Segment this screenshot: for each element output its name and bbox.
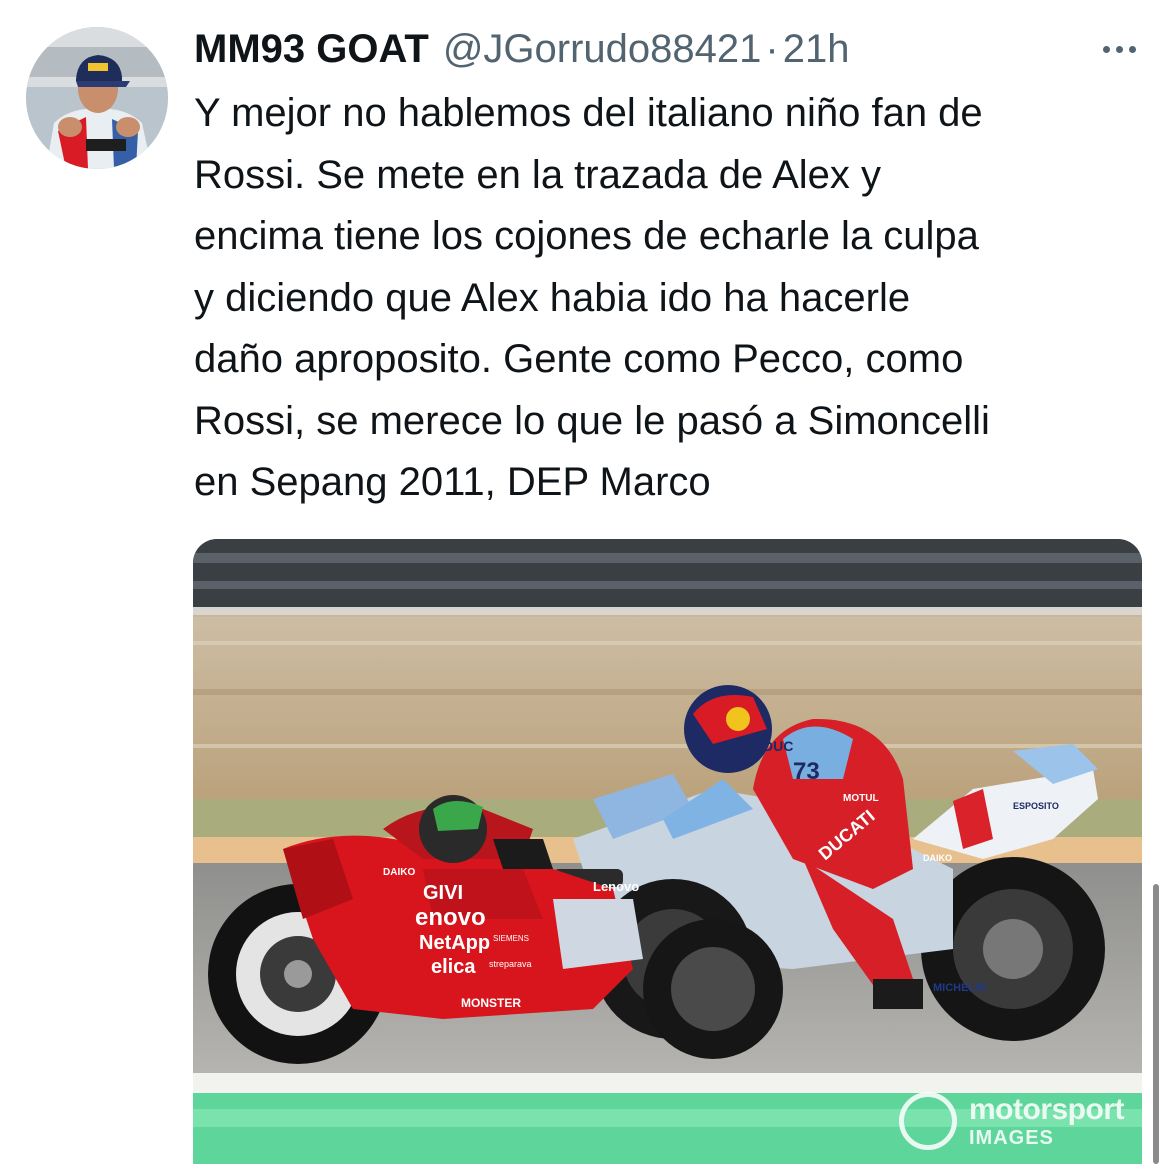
sponsor-netapp: NetApp [419,932,490,954]
rider-duc-text: DUC [763,738,793,754]
more-dots-icon[interactable] [1095,34,1143,64]
avatar[interactable] [26,27,168,169]
scrollbar[interactable] [1153,884,1159,1164]
tweet-header: MM93 GOAT @JGorrudo88421 · 21h [194,24,849,74]
tweet-text-line: Y mejor no hablemos del italiano niño fa… [194,91,983,135]
sponsor-lenovo: Lenovo [593,879,639,894]
tweet-media-photo[interactable]: GIVI enovo NetApp elica MONSTER DAIKO SI… [193,539,1142,1164]
sponsor-givi: GIVI [423,882,463,904]
rider-motul-text: MOTUL [843,793,879,804]
sponsor-streparava: streparava [489,959,532,969]
tweet-text-line: Rossi. Se mete en la trazada de Alex y [194,152,882,197]
tweet-text-line: Rossi, se merece lo que le pasó a Simonc… [194,398,990,443]
sponsor-daiko-rear: DAIKO [923,853,952,863]
display-name[interactable]: MM93 GOAT [194,24,429,74]
avatar-image [26,27,168,169]
watermark-sub: IMAGES [969,1126,1054,1149]
separator-dot: · [765,27,779,71]
tweet-text: Y mejor no hablemos del italiano niño fa… [194,83,1154,514]
rider-number: 73 [793,758,820,785]
tweet-text-line: daño aproposito. Gente como Pecco, como [194,337,964,381]
motorsport-logo-icon [899,1092,957,1150]
sponsor-enovo: enovo [415,904,486,931]
tweet-text-line: en Sepang 2011, DEP Marco [194,460,711,504]
sponsor-esposito: ESPOSITO [1013,801,1059,811]
sponsor-elica: elica [431,956,476,978]
tweet-text-line: encima tiene los cojones de echarle la c… [194,214,979,258]
motorsport-images-watermark: motorsport IMAGES [899,1092,1125,1150]
sponsor-michelin: MICHELIN [933,982,986,994]
user-handle[interactable]: @JGorrudo88421 [443,24,762,74]
tweet-card[interactable]: MM93 GOAT @JGorrudo88421 · 21h Y mejor n… [0,0,1169,1164]
watermark-brand: motorsport [969,1092,1125,1126]
timestamp[interactable]: 21h [783,24,850,74]
sponsor-siemens: SIEMENS [493,934,529,943]
sponsor-monster: MONSTER [461,996,521,1010]
tweet-text-line: y diciendo que Alex habia ido ha hacerle [194,275,911,320]
motogp-photo: GIVI enovo NetApp elica MONSTER DAIKO SI… [193,539,1142,1164]
sponsor-daiko-front: DAIKO [383,867,415,878]
